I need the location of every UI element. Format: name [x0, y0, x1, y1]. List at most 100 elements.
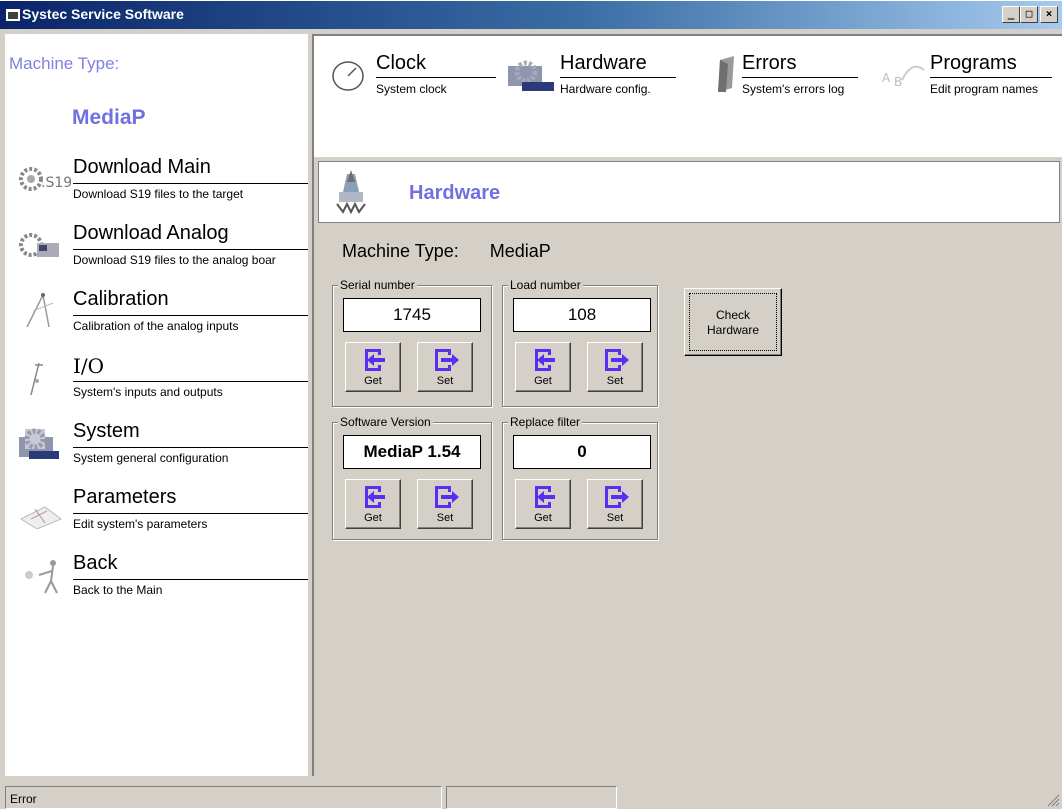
divider	[73, 381, 308, 382]
divider	[73, 513, 308, 514]
sidebar-item-system[interactable]: System System general configuration	[5, 418, 308, 474]
divider	[73, 579, 308, 580]
machine-type-row: Machine Type: MediaP	[342, 241, 551, 262]
sidebar-item-desc: Edit system's parameters	[73, 517, 208, 531]
serial-number-group: Serial number 1745 Get Set	[332, 278, 492, 407]
software-version-field[interactable]: MediaP 1.54	[343, 435, 481, 469]
set-label: Set	[606, 375, 624, 387]
set-label: Set	[436, 512, 454, 524]
divider	[73, 183, 308, 184]
tab-label: Programs	[930, 52, 1017, 74]
software-version-group: Software Version MediaP 1.54 Get Set	[332, 415, 492, 540]
serial-get-button[interactable]: Get	[345, 342, 401, 392]
status-pane-main: Error	[5, 786, 442, 809]
tab-programs[interactable]: A B Programs Edit program names	[880, 52, 1060, 102]
sidebar-item-download-analog[interactable]: Download Analog Download S19 files to th…	[5, 220, 308, 276]
sidebar-item-label: Parameters	[73, 486, 177, 508]
resize-grip-icon[interactable]	[1046, 793, 1060, 807]
filter-get-button[interactable]: Get	[515, 479, 571, 529]
set-arrow-icon	[605, 486, 629, 508]
sidebar-item-label: I/O	[73, 354, 105, 378]
window-title: Systec Service Software	[22, 6, 184, 22]
check-hardware-label-2: Hardware	[706, 323, 760, 337]
sidebar-item-desc: Calibration of the analog inputs	[73, 319, 239, 333]
sidebar-item-desc: System general configuration	[73, 451, 229, 465]
gear-download-icon: .S19	[19, 167, 71, 191]
load-number-field[interactable]: 108	[513, 298, 651, 332]
machine-type-label: Machine Type:	[342, 241, 459, 261]
sidebar-item-label: Back	[73, 552, 118, 574]
serial-set-button[interactable]: Set	[417, 342, 473, 392]
load-set-button[interactable]: Set	[587, 342, 643, 392]
set-arrow-icon	[435, 486, 459, 508]
sidebar-item-calibration[interactable]: Calibration Calibration of the analog in…	[5, 286, 308, 342]
machine-type-value: MediaP	[489, 241, 551, 261]
sidebar-item-label: System	[73, 420, 140, 442]
divider	[376, 77, 496, 78]
sidebar-machine-type-label: Machine Type:	[9, 54, 120, 73]
minimize-button[interactable]: _	[1002, 6, 1020, 23]
status-pane-secondary	[446, 786, 617, 809]
get-arrow-icon	[535, 349, 555, 371]
hardware-panel: Hardware Machine Type: MediaP Serial num…	[312, 157, 1062, 776]
divider	[73, 447, 308, 448]
system-gear-icon	[19, 428, 59, 459]
sidebar-item-label: Download Analog	[73, 222, 229, 244]
errors-book-icon	[718, 56, 734, 92]
get-label: Get	[364, 512, 382, 524]
sidebar-item-parameters[interactable]: Parameters Edit system's parameters	[5, 484, 308, 540]
serial-number-field[interactable]: 1745	[343, 298, 481, 332]
main-window: Systec Service Software _ □ × Machine Ty…	[0, 0, 1062, 809]
get-arrow-icon	[365, 349, 385, 371]
get-arrow-icon	[535, 486, 555, 508]
software-get-button[interactable]: Get	[345, 479, 401, 529]
gear-analog-icon	[19, 233, 59, 257]
divider	[742, 77, 858, 78]
programs-icon: A B	[882, 65, 925, 89]
load-number-group: Load number 108 Get Set	[502, 278, 658, 407]
check-hardware-focus: Check Hardware	[689, 293, 777, 351]
tab-label: Errors	[742, 52, 797, 74]
clock-icon	[332, 61, 364, 91]
divider	[73, 315, 308, 316]
sidebar: Machine Type: MediaP .S19 Download Main …	[5, 34, 308, 776]
tab-desc: Hardware config.	[560, 82, 651, 96]
tab-hardware[interactable]: Hardware Hardware config.	[504, 52, 684, 102]
set-arrow-icon	[435, 349, 459, 371]
tab-desc: Edit program names	[930, 82, 1039, 96]
sidebar-item-desc: Back to the Main	[73, 583, 163, 597]
sidebar-item-back[interactable]: Back Back to the Main	[5, 550, 308, 606]
maximize-button[interactable]: □	[1020, 6, 1038, 23]
sidebar-item-desc: Download S19 files to the analog boar	[73, 253, 276, 267]
check-hardware-button[interactable]: Check Hardware	[684, 288, 782, 356]
status-bar: Error	[0, 780, 1062, 809]
replace-filter-group: Replace filter 0 Get Set	[502, 415, 658, 540]
tab-clock[interactable]: Clock System clock	[330, 52, 500, 102]
page-title: Hardware	[409, 182, 501, 204]
get-label: Get	[364, 375, 382, 387]
get-arrow-icon	[365, 486, 385, 508]
sidebar-item-download-main[interactable]: .S19 Download Main Download S19 files to…	[5, 154, 308, 210]
get-label: Get	[534, 375, 552, 387]
load-get-button[interactable]: Get	[515, 342, 571, 392]
hardware-gear-icon	[508, 60, 554, 91]
svg-text:A: A	[882, 71, 891, 85]
group-caption: Replace filter	[508, 415, 583, 429]
software-set-button[interactable]: Set	[417, 479, 473, 529]
set-arrow-icon	[605, 349, 629, 371]
replace-filter-field[interactable]: 0	[513, 435, 651, 469]
tab-label: Hardware	[560, 52, 647, 74]
sidebar-item-io[interactable]: I/O System's inputs and outputs	[5, 352, 308, 408]
tab-desc: System clock	[376, 82, 447, 96]
sidebar-machine-type-value: MediaP	[72, 106, 146, 129]
sidebar-item-label: Calibration	[73, 288, 169, 310]
title-bar[interactable]: Systec Service Software _ □ ×	[0, 0, 1062, 29]
svg-text:.S19: .S19	[41, 175, 71, 191]
svg-text:B: B	[894, 75, 902, 89]
divider	[73, 249, 308, 250]
filter-set-button[interactable]: Set	[587, 479, 643, 529]
group-caption: Load number	[508, 278, 583, 292]
close-button[interactable]: ×	[1040, 6, 1058, 23]
tab-errors[interactable]: Errors System's errors log	[706, 52, 866, 102]
group-caption: Serial number	[338, 278, 417, 292]
